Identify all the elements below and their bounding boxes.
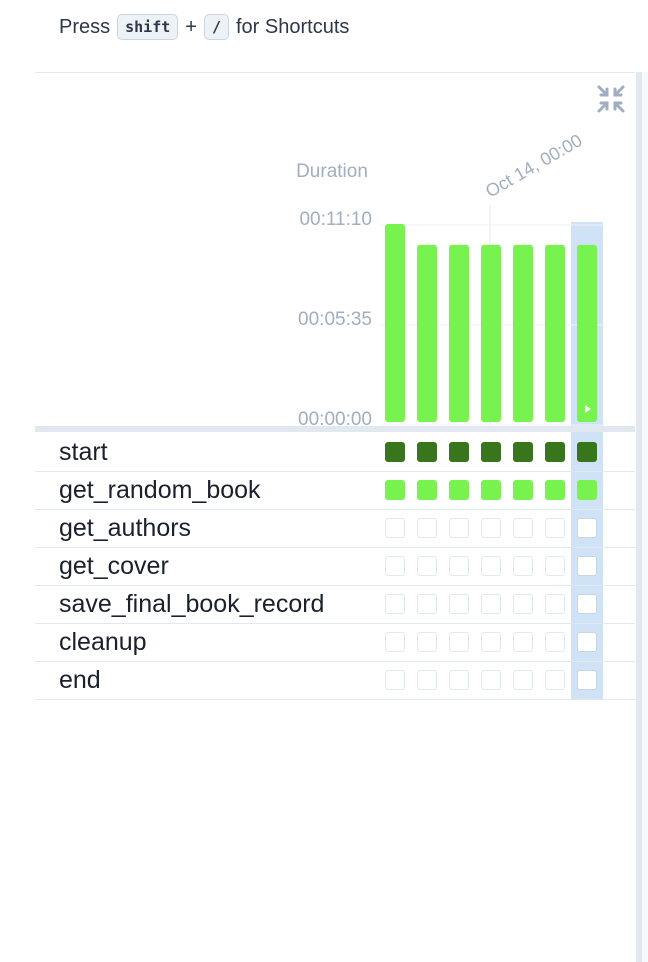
bars [385,223,597,422]
y-tick-label: 00:11:10 [299,209,372,230]
task-instance-cell[interactable] [417,594,437,614]
task-instance-cell[interactable] [545,632,565,652]
task-instance-cell[interactable] [385,594,405,614]
task-instance-cell[interactable] [449,480,469,500]
task-instance-cell[interactable] [545,442,565,462]
task-instance-cell[interactable] [545,556,565,576]
task-instance-cell[interactable] [481,518,501,538]
task-instance-cell[interactable] [577,556,597,576]
task-instance-cell[interactable] [513,670,533,690]
task-instance-cell[interactable] [449,442,469,462]
task-instance-cell[interactable] [449,670,469,690]
task-name[interactable]: save_final_book_record [59,586,324,623]
task-instance-cell[interactable] [545,518,565,538]
y-tick-label: 00:05:35 [298,309,372,330]
task-instance-cell[interactable] [449,594,469,614]
task-instance-cell[interactable] [449,518,469,538]
task-instance-cell[interactable] [417,518,437,538]
task-instance-cell[interactable] [481,480,501,500]
task-name[interactable]: start [59,434,108,471]
task-row[interactable]: get_authors [35,510,635,548]
duration-bar[interactable] [417,244,437,422]
task-name[interactable]: get_random_book [59,472,261,509]
task-instance-cell[interactable] [577,632,597,652]
task-instance-cell[interactable] [385,632,405,652]
task-name[interactable]: get_authors [59,510,191,547]
task-row[interactable]: start [35,434,635,472]
task-row[interactable]: cleanup [35,624,635,662]
task-instance-cell[interactable] [385,480,405,500]
duration-bar[interactable] [545,244,565,422]
task-instance-cell[interactable] [513,518,533,538]
task-instance-cell[interactable] [513,594,533,614]
task-instance-cell[interactable] [513,556,533,576]
task-instance-cell[interactable] [385,670,405,690]
task-instance-cell[interactable] [513,632,533,652]
task-instance-cell[interactable] [577,594,597,614]
task-instance-cell[interactable] [417,556,437,576]
duration-bar[interactable] [513,244,533,422]
grid-view: Press shift + / for Shortcuts Duration O… [0,0,648,962]
task-instance-cell[interactable] [385,518,405,538]
task-instance-cell[interactable] [449,556,469,576]
task-instance-cell[interactable] [385,442,405,462]
duration-bar[interactable] [481,244,501,422]
task-row[interactable]: get_cover [35,548,635,586]
task-instance-cell[interactable] [417,442,437,462]
task-instance-cell[interactable] [385,556,405,576]
task-instance-cell[interactable] [545,594,565,614]
task-instance-cell[interactable] [513,442,533,462]
task-instance-cell[interactable] [577,480,597,500]
task-name[interactable]: cleanup [59,624,147,661]
duration-chart: Duration Oct 14, 00:00 00:11:1000:05:350… [296,130,605,430]
task-instance-cell[interactable] [513,480,533,500]
task-name[interactable]: get_cover [59,548,169,585]
task-row[interactable]: get_random_book [35,472,635,510]
duration-bar[interactable] [385,223,405,422]
task-instance-cell[interactable] [417,480,437,500]
task-instance-cell[interactable] [481,670,501,690]
task-instance-cell[interactable] [449,632,469,652]
duration-bar[interactable] [449,244,469,422]
task-instance-cell[interactable] [481,632,501,652]
task-name[interactable]: end [59,662,101,699]
date-marker-label: Oct 14, 00:00 [482,130,586,201]
task-row[interactable]: save_final_book_record [35,586,635,624]
task-instance-cell[interactable] [577,442,597,462]
chart-grid-divider [35,426,635,432]
task-instance-cell[interactable] [545,480,565,500]
task-instance-cell[interactable] [417,632,437,652]
task-instance-cell[interactable] [577,518,597,538]
task-instance-cell[interactable] [417,670,437,690]
duration-axis-label: Duration [296,161,368,182]
task-instance-cell[interactable] [545,670,565,690]
task-instance-cell[interactable] [481,442,501,462]
task-row[interactable]: end [35,662,635,700]
task-instance-cell[interactable] [481,556,501,576]
duration-bar[interactable] [577,244,597,422]
task-instance-cell[interactable] [577,670,597,690]
task-instance-cell[interactable] [481,594,501,614]
